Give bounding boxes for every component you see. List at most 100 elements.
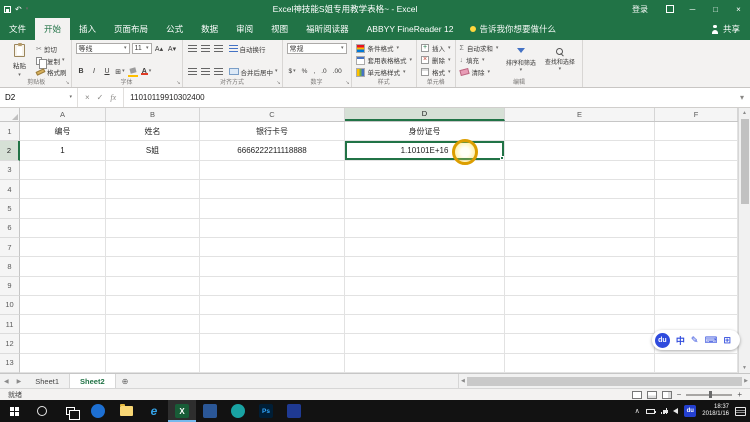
vertical-scrollbar[interactable]: ▲ ▼ <box>738 108 750 373</box>
cell[interactable] <box>106 315 200 334</box>
taskbar-app-teal[interactable] <box>224 400 252 422</box>
cell[interactable] <box>20 257 106 276</box>
find-select-button[interactable]: 查找和选择▾ <box>541 42 578 78</box>
cell[interactable] <box>106 257 200 276</box>
ime-mode-indicator[interactable]: 中 <box>676 334 685 347</box>
taskbar-app-edge[interactable]: e <box>140 400 168 422</box>
cell-f2[interactable] <box>655 141 738 160</box>
cell[interactable] <box>505 180 655 199</box>
row-header[interactable]: 6 <box>0 219 20 238</box>
tab-formulas[interactable]: 公式 <box>157 18 192 40</box>
cell-e1[interactable] <box>505 122 655 141</box>
cell[interactable] <box>20 296 106 315</box>
font-name-select[interactable]: 等线▾ <box>76 43 130 54</box>
start-button[interactable] <box>0 400 28 422</box>
cell[interactable] <box>200 180 345 199</box>
cell[interactable] <box>345 315 505 334</box>
align-left-icon[interactable] <box>187 66 198 77</box>
cell[interactable] <box>20 354 106 373</box>
cell[interactable] <box>345 334 505 353</box>
tab-insert[interactable]: 插入 <box>70 18 105 40</box>
row-header[interactable]: 11 <box>0 315 20 334</box>
cell[interactable] <box>20 219 106 238</box>
row-header[interactable]: 10 <box>0 296 20 315</box>
insert-function-icon[interactable]: fx <box>110 93 116 102</box>
dialog-launcher-icon[interactable]: ↘ <box>176 81 180 86</box>
cell[interactable] <box>505 219 655 238</box>
cancel-icon[interactable]: × <box>85 93 90 102</box>
cell[interactable] <box>20 161 106 180</box>
taskbar-app-photoshop[interactable]: Ps <box>252 400 280 422</box>
row-header-2[interactable]: 2 <box>0 141 20 160</box>
row-header-1[interactable]: 1 <box>0 122 20 141</box>
fill-button[interactable]: ↓填充▾ <box>460 54 499 66</box>
cell[interactable] <box>200 219 345 238</box>
column-header-a[interactable]: A <box>20 108 106 121</box>
cell[interactable] <box>345 277 505 296</box>
hscroll-thumb[interactable] <box>467 377 742 386</box>
decrease-decimal-icon[interactable]: .00 <box>331 68 344 75</box>
cell[interactable] <box>200 199 345 218</box>
sheet-tab-sheet2[interactable]: Sheet2 <box>70 374 116 388</box>
cell[interactable] <box>505 296 655 315</box>
cell-a1[interactable]: 编号 <box>20 122 106 141</box>
cortana-search-button[interactable] <box>28 400 56 422</box>
cell[interactable] <box>20 277 106 296</box>
horizontal-scrollbar[interactable]: ◀ ▶ <box>458 374 750 388</box>
tab-file[interactable]: 文件 <box>0 18 35 40</box>
select-all-corner[interactable] <box>0 108 20 121</box>
align-center-icon[interactable] <box>200 66 211 77</box>
cell[interactable] <box>106 199 200 218</box>
font-size-select[interactable]: 11▾ <box>132 43 152 54</box>
cell[interactable] <box>505 161 655 180</box>
cell[interactable] <box>345 180 505 199</box>
cell[interactable] <box>345 161 505 180</box>
cell[interactable] <box>655 219 738 238</box>
row-header[interactable]: 9 <box>0 277 20 296</box>
number-format-select[interactable]: 常规▾ <box>287 43 347 54</box>
ime-tray-icon[interactable]: du <box>684 405 696 417</box>
cell[interactable] <box>200 315 345 334</box>
bold-button[interactable]: B <box>76 66 87 77</box>
cell[interactable] <box>200 334 345 353</box>
sheet-nav-left-icon[interactable]: ◀ <box>0 374 13 388</box>
cell[interactable] <box>20 180 106 199</box>
vscroll-thumb[interactable] <box>741 119 749 204</box>
cell[interactable] <box>655 161 738 180</box>
cell[interactable] <box>345 238 505 257</box>
row-header[interactable]: 7 <box>0 238 20 257</box>
qat-customize-icon[interactable]: ▾ <box>26 7 29 12</box>
cut-button[interactable]: ✂剪切 <box>36 44 67 54</box>
insert-cells-button[interactable]: 插入▾ <box>421 42 451 54</box>
cell[interactable] <box>505 257 655 276</box>
align-right-icon[interactable] <box>213 66 224 77</box>
cell[interactable] <box>200 257 345 276</box>
cell[interactable] <box>20 238 106 257</box>
dialog-launcher-icon[interactable]: ↘ <box>65 81 69 86</box>
cell[interactable] <box>655 180 738 199</box>
cell[interactable] <box>655 354 738 373</box>
wrap-text-button[interactable]: 自动换行 <box>229 44 266 54</box>
cell[interactable] <box>655 277 738 296</box>
cell[interactable] <box>345 296 505 315</box>
cell[interactable] <box>505 315 655 334</box>
share-button[interactable]: 共享 <box>701 18 750 40</box>
cell[interactable] <box>20 199 106 218</box>
cell-c2[interactable]: 6666222211118888 <box>200 141 345 160</box>
column-header-d[interactable]: D <box>345 108 505 121</box>
sheet-tab-sheet1[interactable]: Sheet1 <box>25 374 70 388</box>
scroll-down-icon[interactable]: ▼ <box>742 365 747 371</box>
merge-center-button[interactable]: 合并后居中▾ <box>229 67 278 77</box>
undo-icon[interactable]: ↶ <box>15 5 22 14</box>
cell-e2[interactable] <box>505 141 655 160</box>
taskbar-app-blue[interactable] <box>196 400 224 422</box>
row-header[interactable]: 13 <box>0 354 20 373</box>
tell-me-box[interactable]: 告诉我你想要做什么 <box>462 18 564 40</box>
cell-b1[interactable]: 姓名 <box>106 122 200 141</box>
cell[interactable] <box>106 334 200 353</box>
dropdown-icon[interactable]: ▾ <box>69 95 72 100</box>
task-view-button[interactable] <box>56 400 84 422</box>
increase-font-icon[interactable]: A▴ <box>154 43 165 54</box>
expand-formula-bar-icon[interactable]: ▾ <box>734 93 750 102</box>
taskbar-app-navy[interactable] <box>280 400 308 422</box>
